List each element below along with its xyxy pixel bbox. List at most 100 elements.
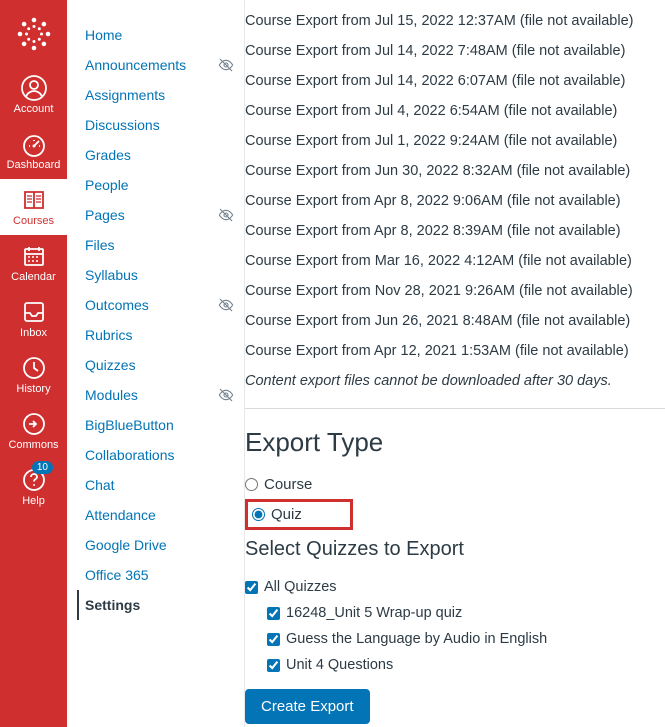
course-nav-chat[interactable]: Chat — [85, 470, 234, 500]
export-history-row: Course Export from Jun 26, 2021 8:48AM (… — [245, 306, 655, 336]
nav-commons-label: Commons — [8, 439, 58, 451]
nav-help-badge: 10 — [32, 461, 53, 474]
course-nav-label: BigBlueButton — [85, 417, 174, 433]
quiz-row[interactable]: Guess the Language by Audio in English — [267, 631, 665, 647]
quiz-checkbox[interactable] — [267, 633, 280, 646]
quiz-label: 16248_Unit 5 Wrap-up quiz — [286, 605, 462, 621]
course-nav-outcomes[interactable]: Outcomes — [85, 290, 234, 320]
course-nav-label: Attendance — [85, 507, 156, 523]
course-nav-label: Settings — [85, 597, 140, 613]
course-nav-label: Discussions — [85, 117, 160, 133]
export-history-list: Course Export from Jul 15, 2022 12:37AM … — [245, 6, 665, 366]
course-nav-assignments[interactable]: Assignments — [85, 80, 234, 110]
export-history-row: Course Export from Jul 14, 2022 6:07AM (… — [245, 66, 655, 96]
hidden-icon — [218, 387, 234, 403]
course-nav-label: Modules — [85, 387, 138, 403]
course-nav-discussions[interactable]: Discussions — [85, 110, 234, 140]
nav-inbox-label: Inbox — [20, 327, 47, 339]
all-quizzes-label: All Quizzes — [264, 579, 337, 595]
main-content: Course Export from Jul 15, 2022 12:37AM … — [245, 0, 665, 727]
course-nav-collaborations[interactable]: Collaborations — [85, 440, 234, 470]
nav-account-label: Account — [14, 103, 54, 115]
course-nav-modules[interactable]: Modules — [85, 380, 234, 410]
course-nav-files[interactable]: Files — [85, 230, 234, 260]
course-nav-grades[interactable]: Grades — [85, 140, 234, 170]
hidden-icon — [218, 207, 234, 223]
export-type-heading: Export Type — [245, 427, 665, 458]
course-nav-bigbluebutton[interactable]: BigBlueButton — [85, 410, 234, 440]
course-nav-label: Files — [85, 237, 115, 253]
course-nav-label: Outcomes — [85, 297, 149, 313]
export-history-row: Course Export from Jul 1, 2022 9:24AM (f… — [245, 126, 655, 156]
course-nav-office-365[interactable]: Office 365 — [85, 560, 234, 590]
global-nav: Account Dashboard Courses Calendar Inbox Hist… — [0, 0, 67, 727]
course-nav-rubrics[interactable]: Rubrics — [85, 320, 234, 350]
export-history-row: Course Export from Jun 30, 2022 8:32AM (… — [245, 156, 655, 186]
export-history-row: Course Export from Jul 14, 2022 7:48AM (… — [245, 36, 655, 66]
export-type-course-label: Course — [264, 476, 312, 493]
calendar-icon — [21, 243, 47, 269]
course-nav-attendance[interactable]: Attendance — [85, 500, 234, 530]
course-nav-label: People — [85, 177, 129, 193]
nav-courses-label: Courses — [13, 215, 54, 227]
nav-help-label: Help — [22, 495, 45, 507]
account-icon — [21, 75, 47, 101]
course-nav-label: Pages — [85, 207, 125, 223]
course-nav: Home Announcements Assignments Discussions G… — [67, 0, 245, 727]
course-nav-label: Google Drive — [85, 537, 167, 553]
divider — [245, 408, 665, 409]
course-nav-label: Syllabus — [85, 267, 138, 283]
course-nav-label: Assignments — [85, 87, 165, 103]
course-nav-settings[interactable]: Settings — [77, 590, 234, 620]
export-type-course-radio[interactable] — [245, 478, 258, 491]
nav-courses[interactable]: Courses — [0, 179, 67, 235]
canvas-logo[interactable] — [0, 0, 67, 67]
export-type-quiz-radio[interactable] — [252, 508, 265, 521]
export-history-row: Course Export from Apr 8, 2022 8:39AM (f… — [245, 216, 655, 246]
export-type-quiz-label: Quiz — [271, 506, 302, 523]
commons-icon — [21, 411, 47, 437]
quiz-row[interactable]: Unit 4 Questions — [267, 657, 665, 673]
nav-commons[interactable]: Commons — [0, 403, 67, 459]
export-type-course-row[interactable]: Course — [245, 476, 665, 493]
quiz-checkbox[interactable] — [267, 607, 280, 620]
course-nav-label: Quizzes — [85, 357, 136, 373]
quiz-row[interactable]: 16248_Unit 5 Wrap-up quiz — [267, 605, 665, 621]
export-history-row: Course Export from Nov 28, 2021 9:26AM (… — [245, 276, 655, 306]
nav-history-label: History — [16, 383, 50, 395]
course-nav-announcements[interactable]: Announcements — [85, 50, 234, 80]
history-icon — [21, 355, 47, 381]
course-nav-label: Rubrics — [85, 327, 132, 343]
all-quizzes-row[interactable]: All Quizzes — [245, 579, 665, 595]
course-nav-label: Announcements — [85, 57, 186, 73]
course-nav-label: Office 365 — [85, 567, 149, 583]
quiz-label: Guess the Language by Audio in English — [286, 631, 547, 647]
quiz-label: Unit 4 Questions — [286, 657, 393, 673]
nav-account[interactable]: Account — [0, 67, 67, 123]
nav-dashboard[interactable]: Dashboard — [0, 123, 67, 179]
course-nav-quizzes[interactable]: Quizzes — [85, 350, 234, 380]
hidden-icon — [218, 297, 234, 313]
nav-history[interactable]: History — [0, 347, 67, 403]
export-history-row: Course Export from Apr 12, 2021 1:53AM (… — [245, 336, 655, 366]
export-history-row: Course Export from Jul 15, 2022 12:37AM … — [245, 6, 655, 36]
all-quizzes-checkbox[interactable] — [245, 581, 258, 594]
inbox-icon — [21, 299, 47, 325]
nav-help[interactable]: Help 10 — [0, 459, 67, 515]
course-nav-label: Chat — [85, 477, 115, 493]
nav-inbox[interactable]: Inbox — [0, 291, 67, 347]
export-type-quiz-row[interactable]: Quiz — [252, 506, 302, 523]
course-nav-home[interactable]: Home — [85, 20, 234, 50]
create-export-button[interactable]: Create Export — [245, 689, 370, 724]
course-nav-syllabus[interactable]: Syllabus — [85, 260, 234, 290]
course-nav-people[interactable]: People — [85, 170, 234, 200]
course-nav-google-drive[interactable]: Google Drive — [85, 530, 234, 560]
export-history-row: Course Export from Jul 4, 2022 6:54AM (f… — [245, 96, 655, 126]
course-nav-pages[interactable]: Pages — [85, 200, 234, 230]
nav-calendar[interactable]: Calendar — [0, 235, 67, 291]
course-nav-label: Grades — [85, 147, 131, 163]
nav-calendar-label: Calendar — [11, 271, 56, 283]
courses-icon — [21, 187, 47, 213]
quiz-checkbox[interactable] — [267, 659, 280, 672]
course-nav-label: Collaborations — [85, 447, 175, 463]
